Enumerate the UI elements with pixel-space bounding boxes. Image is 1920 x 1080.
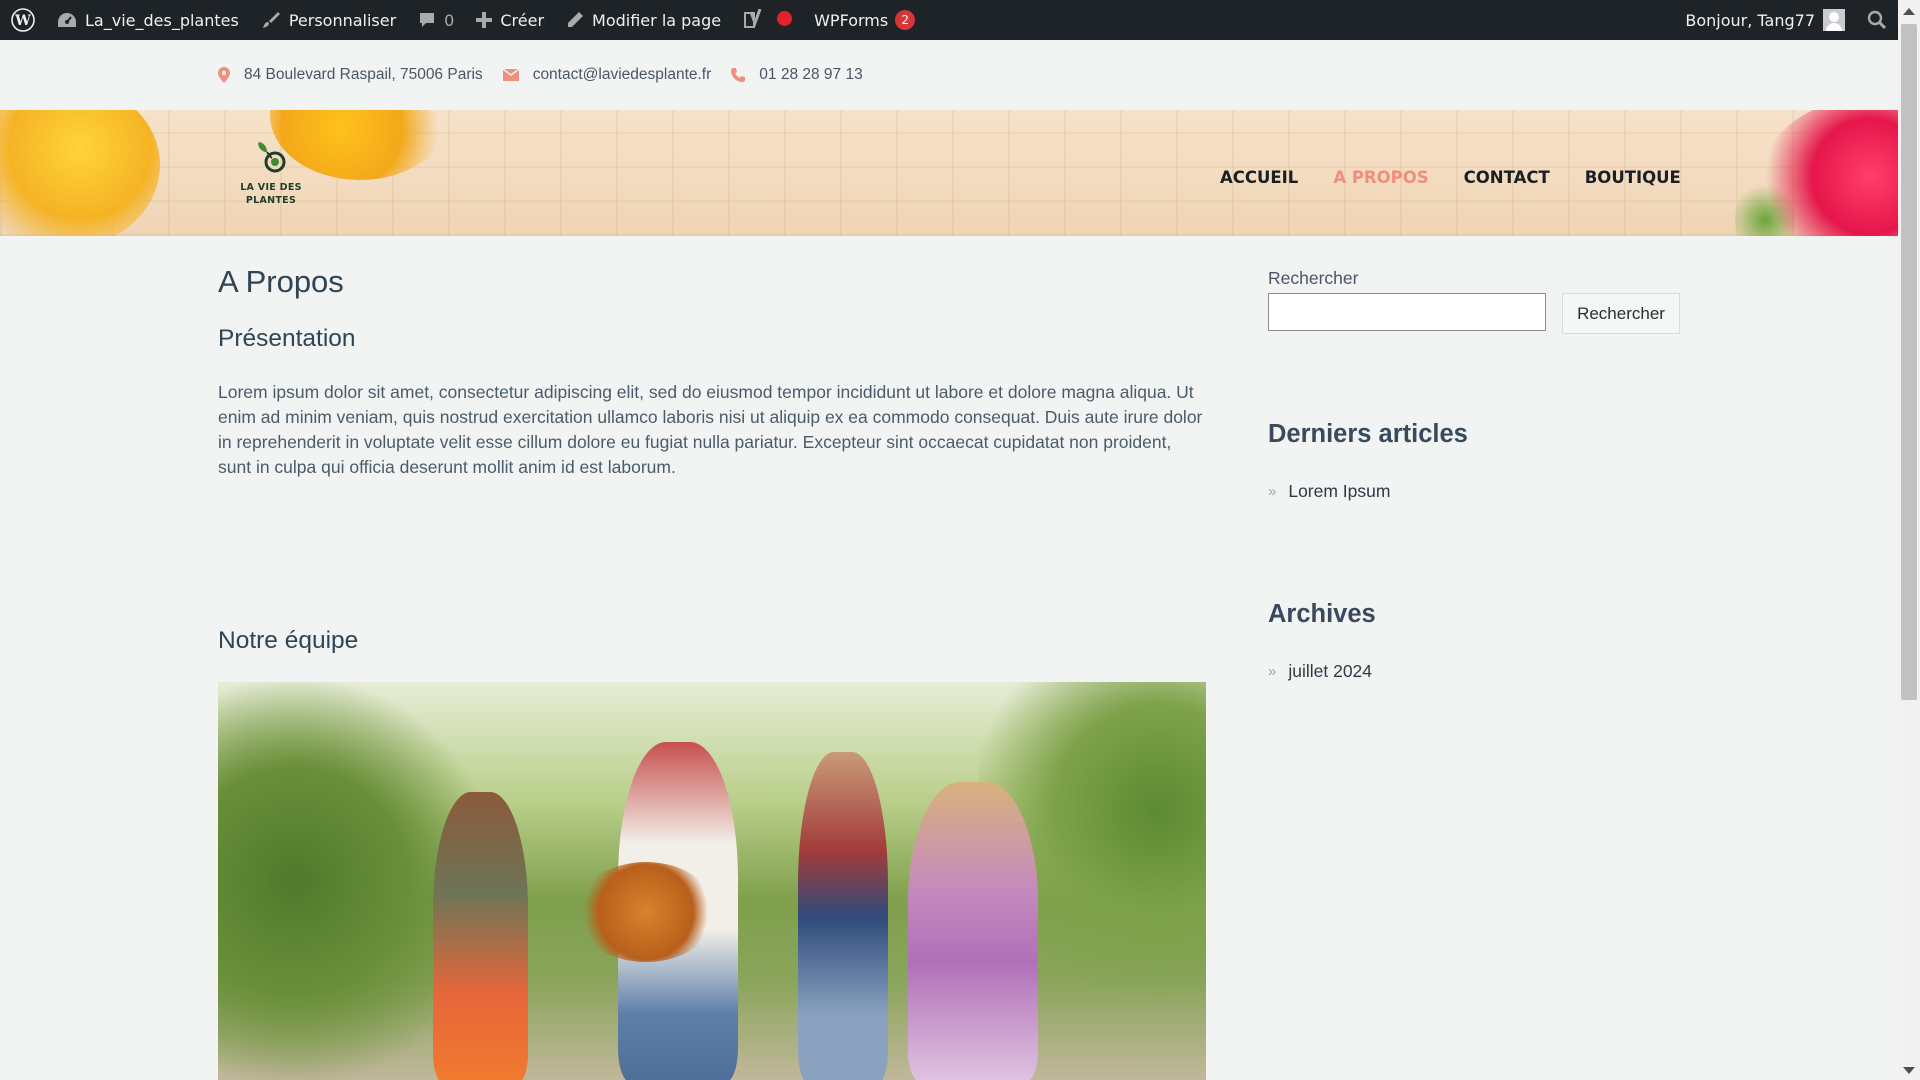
customize-button[interactable]: Personnaliser (250, 0, 407, 40)
logo-text-line1: LA VIE DES (240, 182, 302, 193)
double-chevron-icon: » (1268, 483, 1277, 500)
contact-info-bar: 84 Boulevard Raspail, 75006 Paris contac… (218, 58, 883, 92)
dashboard-icon (58, 13, 76, 27)
decorative-flower-right (1760, 110, 1898, 236)
map-pin-icon (218, 67, 230, 83)
wpforms-menu[interactable]: WPForms 2 (803, 0, 926, 40)
guitar (576, 862, 716, 962)
recent-post-item[interactable]: » Lorem Ipsum (1268, 481, 1390, 502)
comments-button[interactable]: 0 (407, 0, 465, 40)
address-text: 84 Boulevard Raspail, 75006 Paris (244, 66, 483, 83)
team-member-3 (798, 752, 888, 1080)
search-button[interactable]: Rechercher (1562, 293, 1680, 334)
archives-title: Archives (1268, 600, 1376, 628)
scroll-up-arrow-icon[interactable] (1903, 8, 1915, 15)
team-heading: Notre équipe (218, 627, 359, 654)
customize-label: Personnaliser (288, 10, 397, 30)
scroll-down-arrow-icon[interactable] (1903, 1067, 1915, 1074)
wordpress-logo-icon[interactable]: W (0, 0, 46, 40)
decorative-flower-left (0, 110, 160, 236)
site-name-menu[interactable]: La_vie_des_plantes (46, 0, 250, 40)
team-photo (218, 682, 1206, 1080)
create-label: Créer (500, 10, 545, 30)
nav-item-contact[interactable]: CONTACT (1464, 168, 1550, 187)
scroll-thumb[interactable] (1901, 24, 1917, 700)
seo-status-dot (777, 10, 793, 30)
logo-text-line2: PLANTES (245, 195, 297, 206)
main-navigation: ACCUEIL A PROPOS CONTACT BOUTIQUE (1220, 168, 1716, 187)
site-name-label: La_vie_des_plantes (85, 10, 239, 30)
paintbrush-icon (262, 12, 280, 28)
sprout-logo-icon (258, 142, 286, 173)
plus-icon (476, 12, 493, 28)
double-chevron-icon: » (1268, 663, 1277, 680)
recent-post-link[interactable]: Lorem Ipsum (1288, 481, 1390, 502)
site-logo[interactable]: LA VIE DES PLANTES (238, 140, 304, 206)
comment-bubble-icon (420, 13, 435, 27)
pencil-icon (568, 12, 584, 27)
search-input[interactable] (1268, 293, 1546, 331)
phone-text[interactable]: 01 28 28 97 13 (759, 66, 862, 84)
email-text[interactable]: contact@laviedesplante.fr (533, 66, 712, 84)
edit-page-label: Modifier la page (592, 10, 722, 30)
avatar (1823, 9, 1845, 31)
archive-item[interactable]: » juillet 2024 (1268, 661, 1372, 682)
search-label: Rechercher (1268, 268, 1359, 288)
yoast-seo-menu[interactable] (732, 0, 803, 40)
nav-item-a-propos[interactable]: A PROPOS (1333, 168, 1428, 187)
presentation-paragraph: Lorem ipsum dolor sit amet, consectetur … (218, 382, 1203, 477)
envelope-icon (502, 69, 519, 81)
presentation-heading: Présentation (218, 325, 356, 352)
team-member-4 (908, 782, 1038, 1080)
archive-link[interactable]: juillet 2024 (1288, 661, 1372, 682)
svg-text:W: W (14, 13, 31, 29)
greeting-label: Bonjour, Tang77 (1685, 10, 1815, 30)
admin-bar: W La_vie_des_plantes Personnaliser 0 Cré… (0, 0, 1898, 40)
nav-item-accueil[interactable]: ACCUEIL (1220, 168, 1298, 187)
create-menu[interactable]: Créer (465, 0, 555, 40)
team-member-1 (433, 792, 528, 1080)
account-menu[interactable]: Bonjour, Tang77 (1674, 0, 1856, 40)
email-info[interactable]: contact@laviedesplante.fr (502, 66, 712, 84)
phone-info[interactable]: 01 28 28 97 13 (731, 66, 863, 84)
page-title: A Propos (218, 264, 344, 299)
recent-posts-title: Derniers articles (1268, 420, 1468, 448)
wpforms-label: WPForms (814, 10, 889, 30)
comments-count: 0 (444, 10, 455, 30)
admin-search-button[interactable] (1856, 0, 1898, 40)
yoast-icon (744, 9, 762, 28)
page-scrollbar[interactable] (1898, 0, 1920, 1080)
address-info: 84 Boulevard Raspail, 75006 Paris (218, 66, 483, 84)
wpforms-badge: 2 (895, 10, 916, 30)
edit-page-button[interactable]: Modifier la page (555, 0, 732, 40)
nav-item-boutique[interactable]: BOUTIQUE (1585, 168, 1681, 187)
search-icon (1867, 10, 1887, 30)
phone-icon (731, 68, 746, 82)
